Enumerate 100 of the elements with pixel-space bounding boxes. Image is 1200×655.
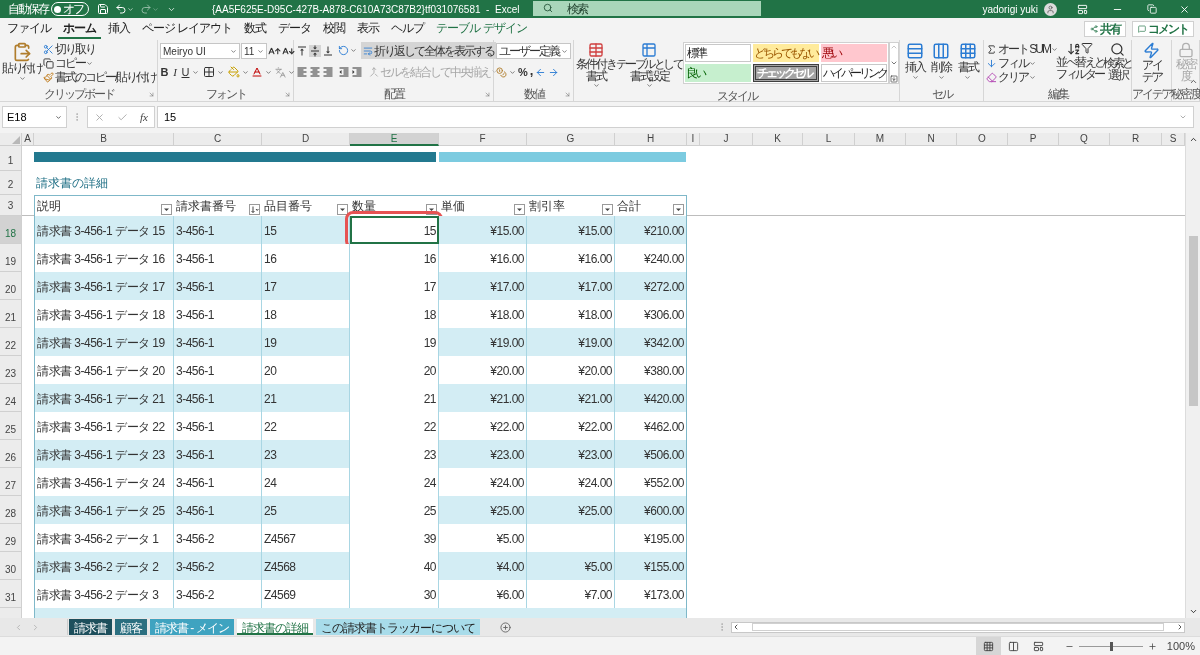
caret-icon[interactable]	[964, 74, 972, 81]
share-button[interactable]: 共有	[1084, 21, 1126, 37]
caret-icon[interactable]	[86, 59, 93, 67]
avatar[interactable]	[1044, 2, 1057, 16]
comment-button[interactable]: コメント	[1132, 21, 1194, 37]
font-name-dropdown[interactable]: Meiryo UI	[160, 43, 240, 59]
sort-filter-label[interactable]: 並べ替えと フィルター	[1056, 56, 1104, 80]
caret-icon[interactable]	[217, 68, 224, 76]
comment-icon[interactable]	[1138, 25, 1146, 33]
insert-label[interactable]: 挿入	[905, 60, 926, 74]
name-box[interactable]: E18	[2, 106, 67, 128]
align-top-icon[interactable]	[296, 44, 308, 57]
sheet-tab[interactable]: 顧客	[115, 619, 147, 635]
row-header[interactable]: 31	[0, 580, 22, 608]
paste-icon[interactable]	[12, 42, 32, 62]
cell-style[interactable]: 良い	[685, 64, 751, 82]
orientation-icon[interactable]	[338, 45, 349, 56]
ribbon-tab[interactable]: ファイル	[2, 19, 56, 39]
caret-icon[interactable]	[192, 68, 199, 76]
coins-icon[interactable]	[496, 66, 507, 78]
caret-icon[interactable]	[18, 75, 26, 82]
ribbon-tab[interactable]: データ	[273, 19, 317, 39]
scroll-down-icon[interactable]	[1188, 607, 1198, 616]
column-header[interactable]: P	[1008, 133, 1059, 146]
cancel-icon[interactable]	[94, 111, 105, 123]
caret-icon[interactable]	[55, 113, 62, 121]
dialog-launcher-icon[interactable]	[484, 91, 491, 98]
share-icon[interactable]	[1090, 25, 1098, 33]
dialog-launcher-icon[interactable]	[148, 91, 155, 98]
row-header[interactable]: 22	[0, 328, 22, 356]
caret-icon[interactable]	[288, 68, 295, 76]
filter-dropdown-icon[interactable]	[602, 204, 613, 215]
align-bottom-icon[interactable]	[322, 44, 334, 57]
phonetic-icon[interactable]	[275, 66, 286, 78]
filter-dropdown-icon[interactable]	[514, 204, 525, 215]
number-format-dropdown[interactable]: ユーザー定義	[496, 43, 571, 59]
ideas-label[interactable]: アイ デア	[1141, 59, 1162, 83]
close-icon[interactable]	[1179, 3, 1190, 15]
align-right-icon[interactable]	[322, 65, 334, 78]
caret-icon[interactable]	[561, 47, 568, 55]
column-header[interactable]: R	[1110, 133, 1162, 146]
paintbrush-icon[interactable]	[43, 71, 54, 83]
caret-icon[interactable]	[230, 47, 237, 55]
zoom-in-icon[interactable]	[1147, 641, 1157, 651]
ribbon-tab[interactable]: 校閲	[318, 19, 351, 39]
conditional-format-label[interactable]: 条件付き 書式	[576, 58, 616, 82]
column-header[interactable]: E	[350, 133, 439, 146]
scroll-thumb[interactable]	[752, 623, 1164, 631]
column-header[interactable]: K	[753, 133, 803, 146]
table-format-icon[interactable]	[641, 42, 657, 58]
ribbon-tab[interactable]: 挿入	[103, 19, 135, 39]
fill-color-icon[interactable]	[228, 66, 240, 79]
expand-icon[interactable]	[1179, 113, 1187, 121]
user-name[interactable]: yadorigi yuki	[982, 1, 1038, 17]
collapse-ribbon-icon[interactable]	[1189, 77, 1198, 86]
caret-icon[interactable]	[592, 82, 600, 89]
column-header[interactable]: I	[687, 133, 700, 146]
scroll-left-icon[interactable]	[732, 623, 740, 631]
rows-icon[interactable]	[906, 42, 925, 60]
bold-button[interactable]: B	[160, 64, 169, 81]
ribbon-tab[interactable]: ページ レイアウト	[137, 19, 238, 39]
ribbon-tab[interactable]: 数式	[239, 19, 272, 39]
scroll-thumb[interactable]	[1188, 235, 1198, 406]
filter-icon[interactable]	[1080, 42, 1093, 54]
column-header[interactable]: A	[22, 133, 34, 146]
scroll-up-icon[interactable]	[1188, 135, 1198, 144]
grid-icon[interactable]	[958, 42, 977, 60]
align-middle-icon[interactable]	[309, 44, 321, 57]
scroll-right-icon[interactable]	[1176, 623, 1184, 631]
wrap-text-button[interactable]: 折り返して全体を表示する	[361, 42, 496, 59]
row-header[interactable]: 30	[0, 552, 22, 580]
horizontal-scrollbar[interactable]	[731, 621, 1185, 633]
borders-icon[interactable]	[203, 66, 215, 79]
decrease-indent-icon[interactable]	[338, 65, 350, 78]
sort-icon[interactable]	[1066, 42, 1081, 56]
undo-icon[interactable]	[115, 3, 127, 15]
sigma-icon[interactable]	[986, 43, 997, 55]
row-header[interactable]: 20	[0, 272, 22, 300]
ribbon-tab[interactable]: テーブル デザイン	[431, 19, 532, 39]
column-header[interactable]: H	[615, 133, 687, 146]
row-header[interactable]: 29	[0, 524, 22, 552]
font-size-dropdown[interactable]: 11	[241, 43, 267, 59]
restore-icon[interactable]	[1147, 4, 1157, 14]
columns-icon[interactable]	[932, 42, 951, 60]
find-select-label[interactable]: 検索と 選択	[1103, 57, 1132, 81]
caret-icon[interactable]	[127, 5, 134, 13]
column-header[interactable]: M	[855, 133, 906, 146]
filter-dropdown-icon[interactable]	[337, 204, 348, 215]
row-header[interactable]: 3	[0, 195, 22, 216]
lightning-icon[interactable]	[1143, 42, 1160, 59]
sort-filter-icon[interactable]	[249, 204, 260, 215]
scroll-down-icon[interactable]	[890, 59, 898, 67]
italic-button[interactable]: I	[171, 64, 179, 81]
column-header[interactable]: C	[174, 133, 262, 146]
cut-icon[interactable]	[43, 43, 54, 55]
filter-dropdown-icon[interactable]	[161, 204, 172, 215]
align-left-icon[interactable]	[296, 65, 308, 78]
caret-icon[interactable]	[350, 47, 357, 54]
caret-icon[interactable]	[1051, 45, 1058, 53]
cell-style[interactable]: 標準	[685, 44, 751, 62]
